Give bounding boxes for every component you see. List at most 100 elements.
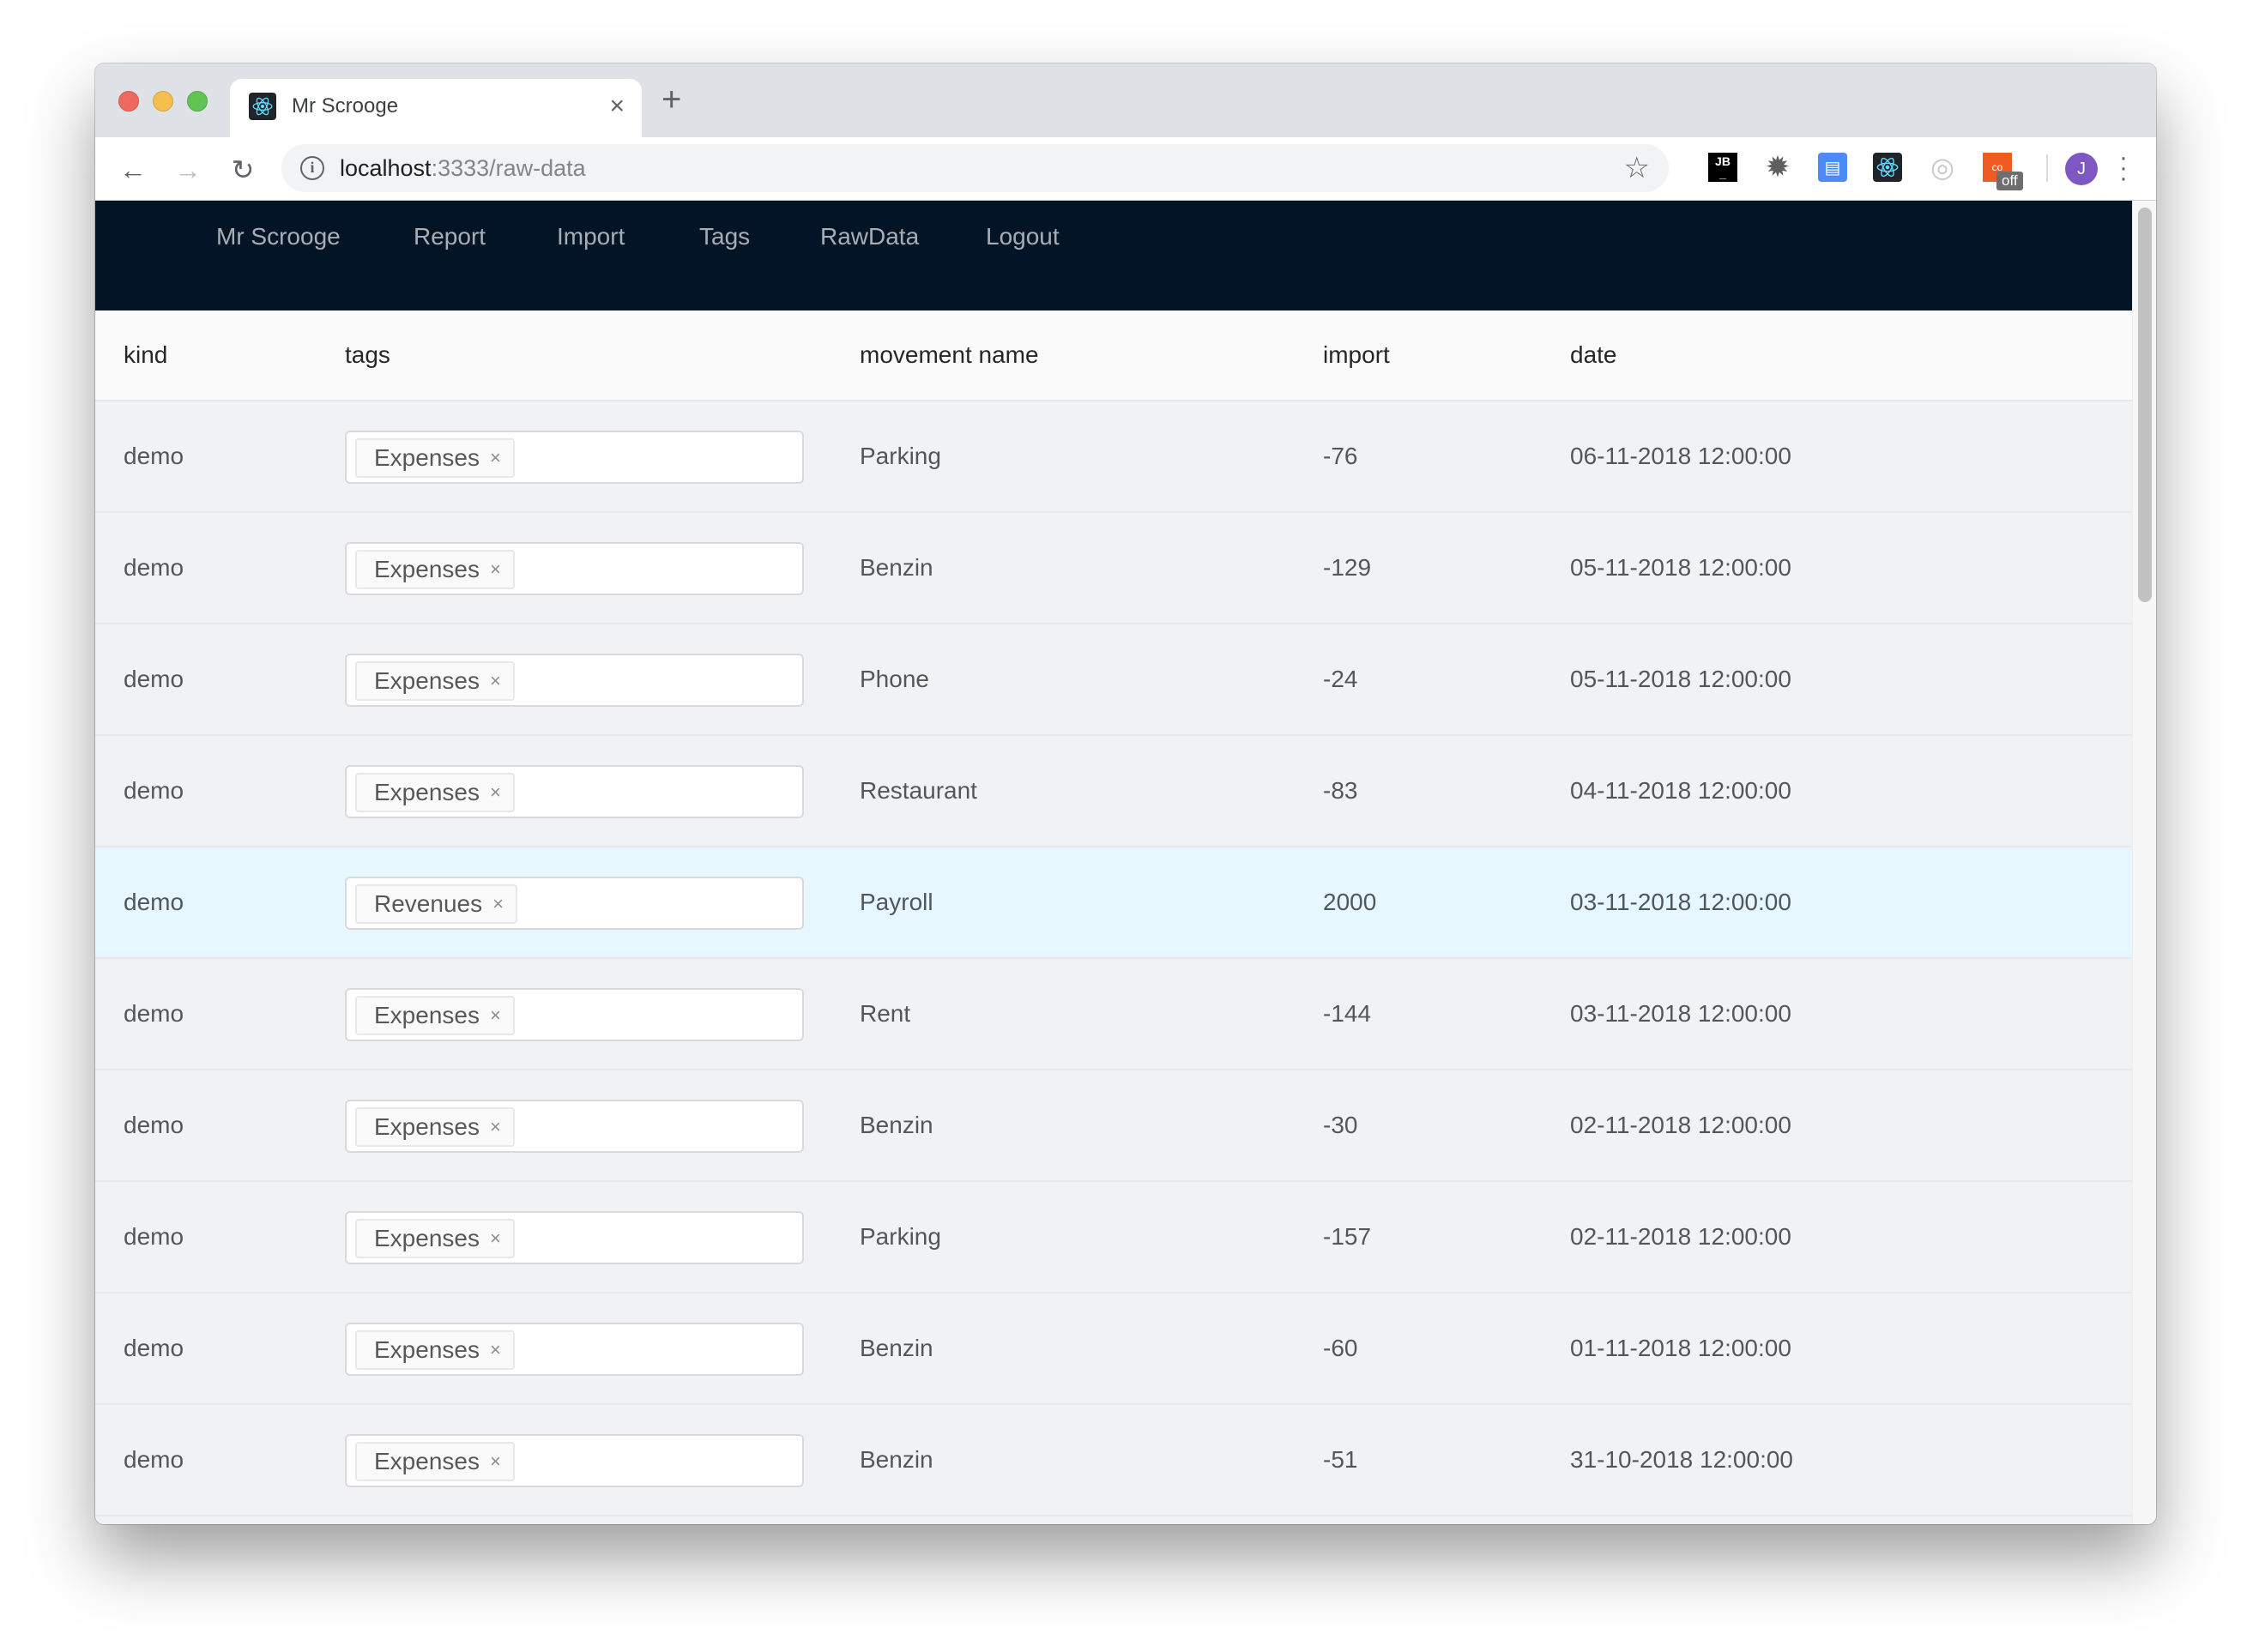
table-row[interactable]: demo Expenses × Parking -76 06-11-2018 1… <box>95 401 2132 513</box>
cell-movement-name: Benzin <box>860 554 933 581</box>
cell-import: 2000 <box>1323 889 1377 915</box>
nav-item-report[interactable]: Report <box>414 223 486 250</box>
tags-select[interactable]: Expenses × <box>345 542 804 595</box>
cell-date: 01-11-2018 12:00:00 <box>1570 1335 1791 1361</box>
browser-toolbar: ← → ↻ i localhost:3333/raw-data ☆ JB _ ✹ … <box>95 137 2156 201</box>
table-row[interactable]: demo Expenses × Benzin -51 31-10-2018 12… <box>95 1405 2132 1516</box>
table-row[interactable]: demo Revenues × Payroll 2000 03-11-2018 … <box>95 847 2132 959</box>
column-header-date[interactable]: date <box>1570 341 1617 369</box>
browser-menu-icon[interactable]: · · · <box>2115 145 2132 191</box>
tag-chip: Expenses × <box>355 1442 515 1481</box>
tag-label: Expenses <box>374 444 480 471</box>
browser-window: Mr Scrooge × + ← → ↻ i localhost:3333/ra… <box>95 63 2156 1524</box>
ext-off-badge: off <box>1996 172 2023 190</box>
reload-icon[interactable]: ↻ <box>224 151 262 189</box>
forward-arrow-icon[interactable]: → <box>169 151 207 189</box>
nav-item-import[interactable]: Import <box>557 223 625 250</box>
column-header-movement-name[interactable]: movement name <box>860 341 1039 369</box>
tag-label: Expenses <box>374 1225 480 1251</box>
address-bar[interactable]: i localhost:3333/raw-data ☆ <box>281 144 1669 192</box>
cell-import: -76 <box>1323 443 1358 469</box>
tag-chip: Expenses × <box>355 996 515 1035</box>
nav-item-home[interactable]: Mr Scrooge <box>216 223 341 250</box>
nav-item-rawdata[interactable]: RawData <box>820 223 919 250</box>
react-devtools-icon[interactable] <box>1873 153 1902 182</box>
tag-chip: Expenses × <box>355 1330 515 1370</box>
nav-item-logout[interactable]: Logout <box>986 223 1060 250</box>
scrollbar-thumb[interactable] <box>2138 208 2152 602</box>
browser-tab[interactable]: Mr Scrooge × <box>230 79 642 137</box>
table-row[interactable]: demo Expenses × Rent -144 03-11-2018 12:… <box>95 959 2132 1070</box>
page-scrollbar[interactable] <box>2132 201 2156 1524</box>
target-icon[interactable]: ◎ <box>1928 152 1957 183</box>
tags-select[interactable]: Revenues × <box>345 877 804 930</box>
cell-import: -157 <box>1323 1223 1372 1250</box>
toolbar-divider <box>2046 154 2048 182</box>
cell-import: -24 <box>1323 666 1358 692</box>
info-icon[interactable]: i <box>300 156 324 180</box>
remove-tag-icon[interactable]: × <box>490 783 501 802</box>
cell-movement-name: Benzin <box>860 1335 933 1361</box>
remove-tag-icon[interactable]: × <box>490 672 501 690</box>
remove-tag-icon[interactable]: × <box>490 560 501 579</box>
minimize-window-button[interactable] <box>153 91 173 112</box>
tag-chip: Expenses × <box>355 1219 515 1258</box>
cell-import: -51 <box>1323 1446 1358 1473</box>
cell-import: -129 <box>1323 554 1372 581</box>
cell-date: 02-11-2018 12:00:00 <box>1570 1112 1791 1138</box>
table-row[interactable]: demo Expenses × Benzin -129 05-11-2018 1… <box>95 513 2132 624</box>
url-text[interactable]: localhost:3333/raw-data <box>340 155 586 182</box>
table-row[interactable]: demo Expenses × Parking -157 02-11-2018 … <box>95 1182 2132 1293</box>
column-header-tags[interactable]: tags <box>345 341 390 369</box>
cell-kind: demo <box>124 889 184 915</box>
bookmark-star-icon[interactable]: ☆ <box>1624 151 1650 185</box>
table-row[interactable]: demo Expenses × Restaurant -83 04-11-201… <box>95 736 2132 847</box>
cell-kind: demo <box>124 1223 184 1250</box>
tags-select[interactable]: Expenses × <box>345 765 804 818</box>
cell-movement-name: Payroll <box>860 889 933 915</box>
column-header-kind[interactable]: kind <box>124 341 167 369</box>
remove-tag-icon[interactable]: × <box>490 1006 501 1025</box>
column-header-import[interactable]: import <box>1323 341 1390 369</box>
reader-icon[interactable]: ▤ <box>1818 153 1847 182</box>
tags-select[interactable]: Expenses × <box>345 1211 804 1264</box>
tag-label: Expenses <box>374 779 480 805</box>
react-favicon-icon <box>249 93 276 120</box>
tags-select[interactable]: Expenses × <box>345 431 804 484</box>
remove-tag-icon[interactable]: × <box>490 449 501 467</box>
cell-movement-name: Parking <box>860 443 941 469</box>
remove-tag-icon[interactable]: × <box>490 1118 501 1137</box>
nav-item-tags[interactable]: Tags <box>699 223 750 250</box>
tab-title: Mr Scrooge <box>292 94 399 118</box>
url-path: :3333/raw-data <box>431 155 586 181</box>
cell-movement-name: Benzin <box>860 1446 933 1473</box>
tag-label: Expenses <box>374 1002 480 1028</box>
cell-date: 31-10-2018 12:00:00 <box>1570 1446 1793 1473</box>
page-viewport: Mr Scrooge Report Import Tags RawData Lo… <box>95 201 2156 1524</box>
profile-avatar[interactable]: J <box>2065 153 2098 185</box>
bug-gear-icon[interactable]: ✹ <box>1763 151 1792 184</box>
tags-select[interactable]: Expenses × <box>345 1434 804 1487</box>
cell-movement-name: Parking <box>860 1223 941 1250</box>
remove-tag-icon[interactable]: × <box>490 1341 501 1360</box>
table-row[interactable]: demo Expenses × Benzin -30 02-11-2018 12… <box>95 1070 2132 1182</box>
cell-kind: demo <box>124 1112 184 1138</box>
remove-tag-icon[interactable]: × <box>490 1452 501 1471</box>
cell-kind: demo <box>124 554 184 581</box>
jetbrains-icon[interactable]: JB _ <box>1708 153 1737 182</box>
maximize-window-button[interactable] <box>187 91 208 112</box>
tags-select[interactable]: Expenses × <box>345 1323 804 1376</box>
new-tab-button[interactable]: + <box>661 81 681 118</box>
table-row[interactable]: demo Expenses × Benzin -60 01-11-2018 12… <box>95 1293 2132 1405</box>
table-row[interactable]: demo Expenses × Phone -24 05-11-2018 12:… <box>95 624 2132 736</box>
close-window-button[interactable] <box>118 91 139 112</box>
tags-select[interactable]: Expenses × <box>345 988 804 1041</box>
tags-select[interactable]: Expenses × <box>345 654 804 707</box>
tags-select[interactable]: Expenses × <box>345 1100 804 1153</box>
back-arrow-icon[interactable]: ← <box>114 151 152 189</box>
remove-tag-icon[interactable]: × <box>490 1229 501 1248</box>
remove-tag-icon[interactable]: × <box>492 895 504 913</box>
cell-kind: demo <box>124 777 184 804</box>
url-host: localhost <box>340 155 432 181</box>
close-tab-icon[interactable]: × <box>609 89 625 124</box>
